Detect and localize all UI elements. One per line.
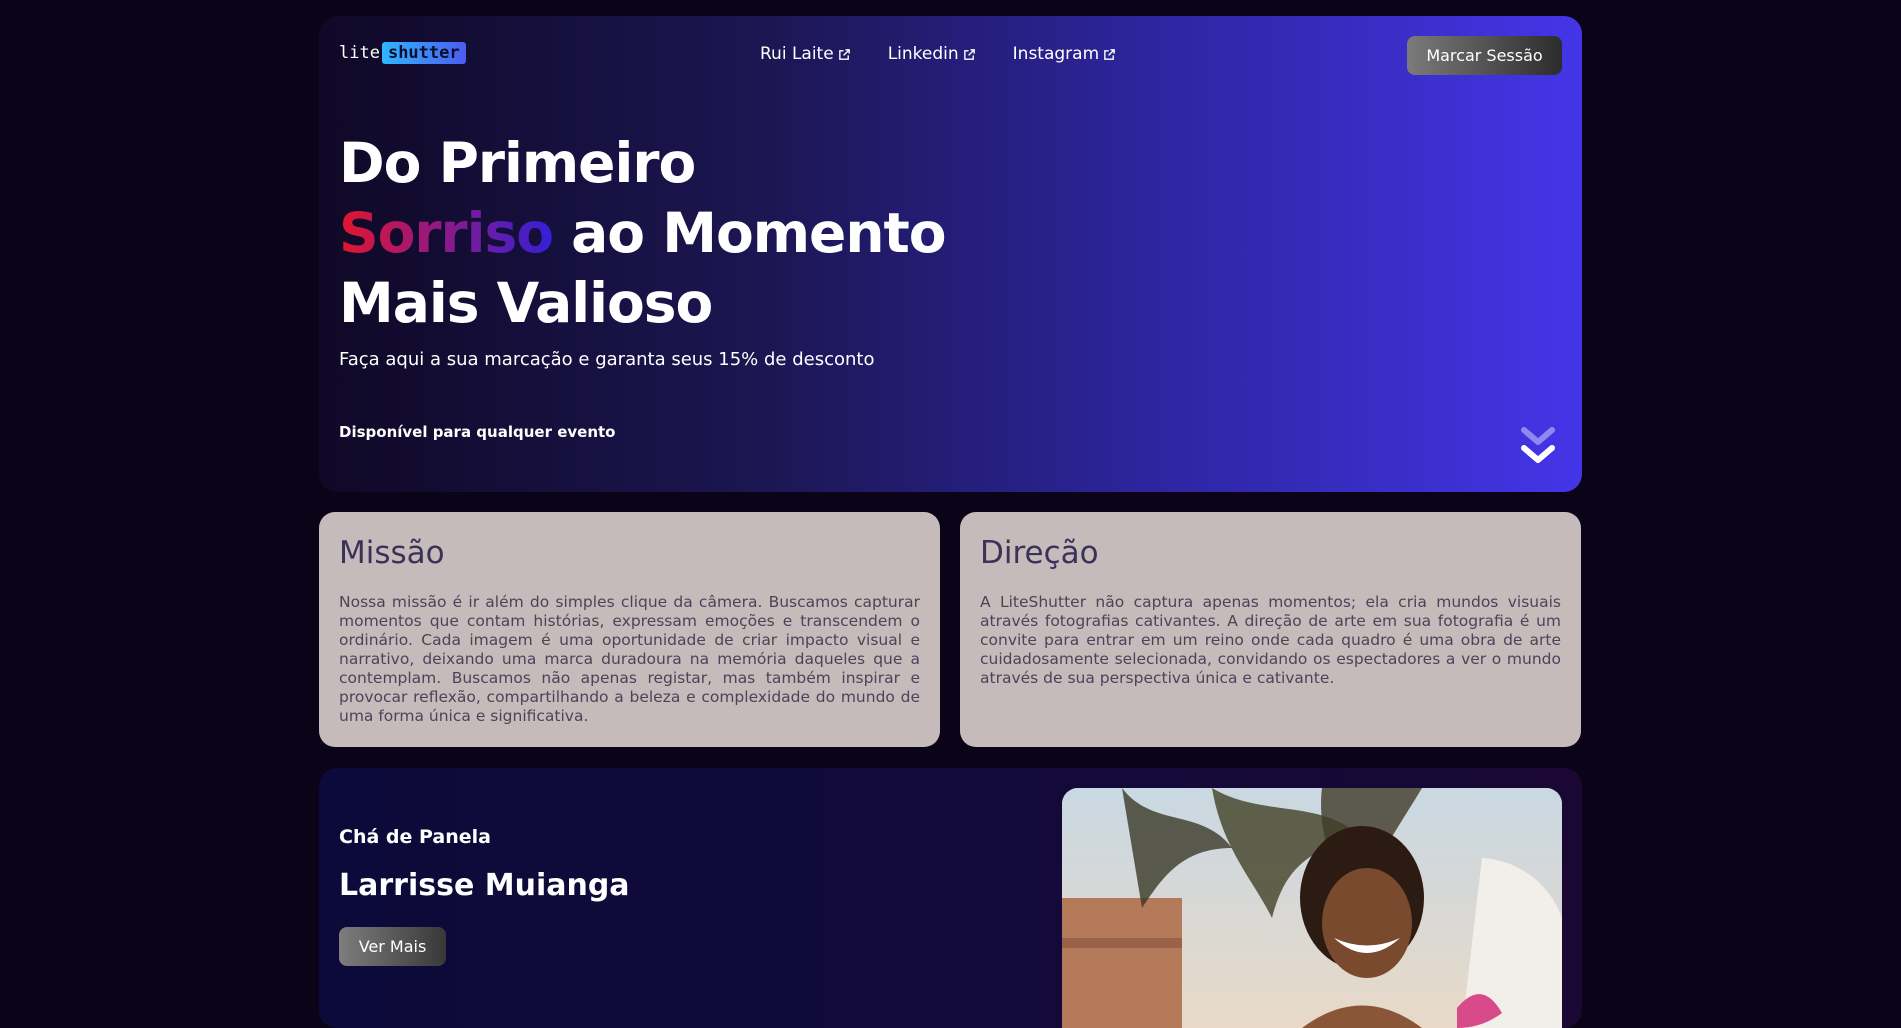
card-text: Nossa missão é ir além do simples clique… [339,593,920,725]
direction-card: Direção A LiteShutter não captura apenas… [960,512,1581,747]
nav-link-rui-laite[interactable]: Rui Laite [760,44,851,64]
photo-illustration [1062,788,1562,1028]
external-link-icon [963,48,975,60]
see-more-button[interactable]: Ver Mais [339,927,446,966]
card-title: Direção [980,535,1099,571]
hero-subtitle: Faça aqui a sua marcação e garanta seus … [339,349,875,370]
event-type: Chá de Panela [339,826,491,848]
logo[interactable]: lite shutter [339,41,466,65]
book-session-button[interactable]: Marcar Sessão [1407,36,1562,75]
logo-text-lite: lite [339,43,380,63]
headline-highlight: Sorriso [339,201,554,265]
double-chevron-down-icon[interactable] [1521,426,1555,466]
hero-headline: Do Primeiro Sorriso ao Momento Mais Vali… [339,128,947,338]
mission-card: Missão Nossa missão é ir além do simples… [319,512,940,747]
availability-text: Disponível para qualquer evento [339,423,616,441]
headline-line-1: Do Primeiro [339,131,696,195]
featured-event: Chá de Panela Larrisse Muianga Ver Mais [319,768,1582,1028]
card-text: A LiteShutter não captura apenas momento… [980,593,1561,687]
nav-link-label: Instagram [1012,44,1100,64]
headline-line-2-rest: ao Momento [553,201,946,265]
nav-link-label: Rui Laite [760,44,834,64]
external-link-icon [838,48,850,60]
info-cards: Missão Nossa missão é ir além do simples… [319,512,1581,747]
headline-line-3: Mais Valioso [339,271,713,335]
page-wrapper: lite shutter Rui Laite Linkedin Instagra… [319,16,1582,1028]
nav-link-linkedin[interactable]: Linkedin [888,44,976,64]
external-link-icon [1104,48,1115,60]
nav-link-label: Linkedin [887,44,959,64]
logo-text-shutter: shutter [381,42,466,64]
event-photo [1062,788,1562,1028]
hero-section: lite shutter Rui Laite Linkedin Instagra… [319,16,1582,492]
nav-link-instagram[interactable]: Instagram [1013,44,1117,64]
client-name: Larrisse Muianga [339,868,630,903]
card-title: Missão [339,535,445,571]
top-nav: Rui Laite Linkedin Instagram [760,44,1116,64]
